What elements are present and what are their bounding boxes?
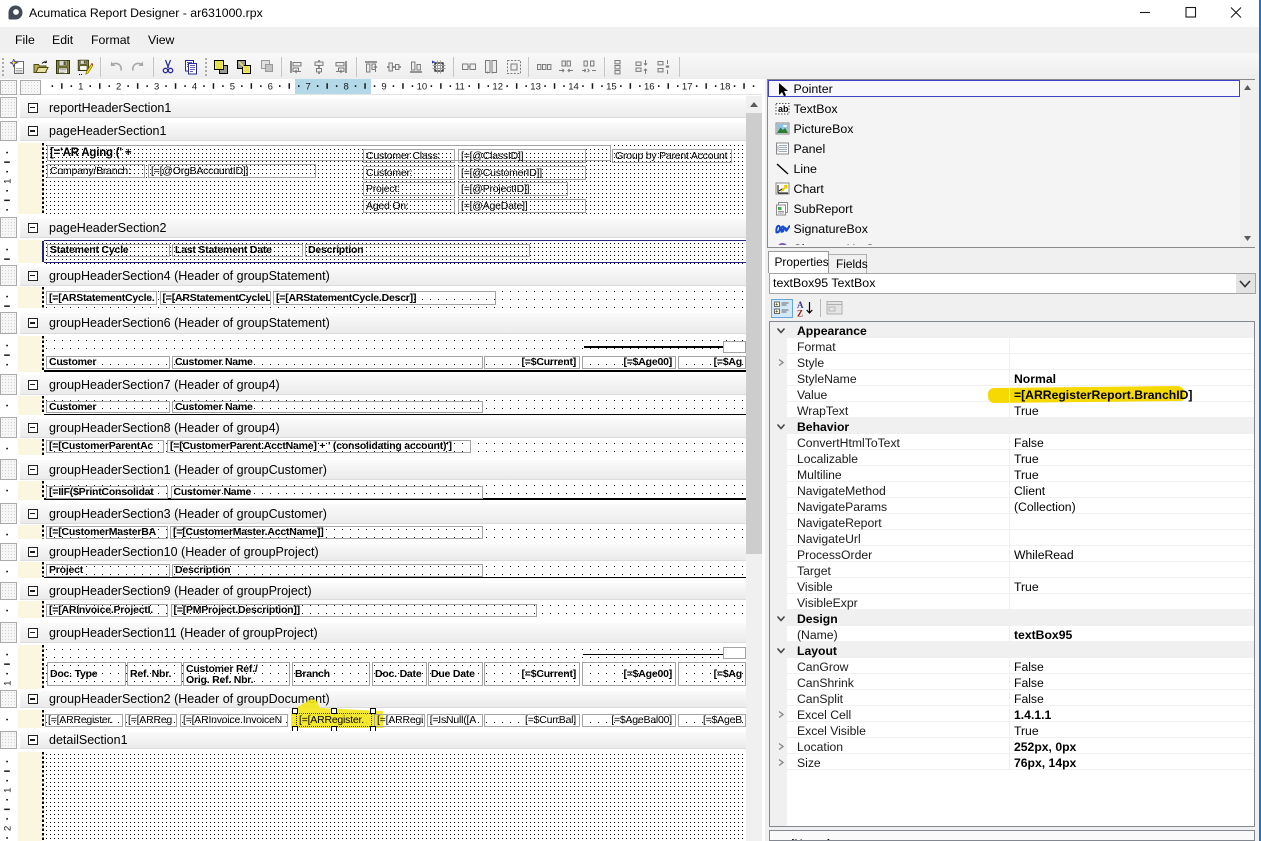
svg-text:10: 10 [417, 82, 428, 93]
svg-text:2: 2 [3, 826, 14, 831]
svg-text:11: 11 [455, 82, 465, 93]
svg-text:8: 8 [343, 82, 348, 93]
svg-text:+: + [775, 302, 778, 308]
svg-text:17: 17 [682, 82, 693, 93]
svg-text:1: 1 [3, 681, 14, 686]
svg-text:+: + [775, 309, 778, 315]
svg-text:3: 3 [154, 82, 159, 93]
svg-text:18: 18 [720, 82, 731, 93]
svg-text:Z: Z [797, 309, 803, 318]
svg-text:ab: ab [778, 104, 789, 114]
svg-text:2: 2 [116, 82, 121, 93]
svg-text:9: 9 [381, 82, 386, 93]
svg-text:12: 12 [492, 82, 503, 93]
svg-text:1: 1 [78, 82, 83, 93]
svg-text:16: 16 [644, 82, 655, 93]
svg-text:4: 4 [192, 82, 197, 93]
svg-text:15: 15 [606, 82, 617, 93]
svg-text:5: 5 [230, 82, 235, 93]
svg-text:7: 7 [306, 82, 311, 93]
svg-text:13: 13 [530, 82, 541, 93]
svg-text:14: 14 [568, 82, 579, 93]
svg-text:1: 1 [3, 179, 14, 184]
svg-text:1: 1 [3, 788, 14, 793]
svg-text:6: 6 [268, 82, 273, 93]
